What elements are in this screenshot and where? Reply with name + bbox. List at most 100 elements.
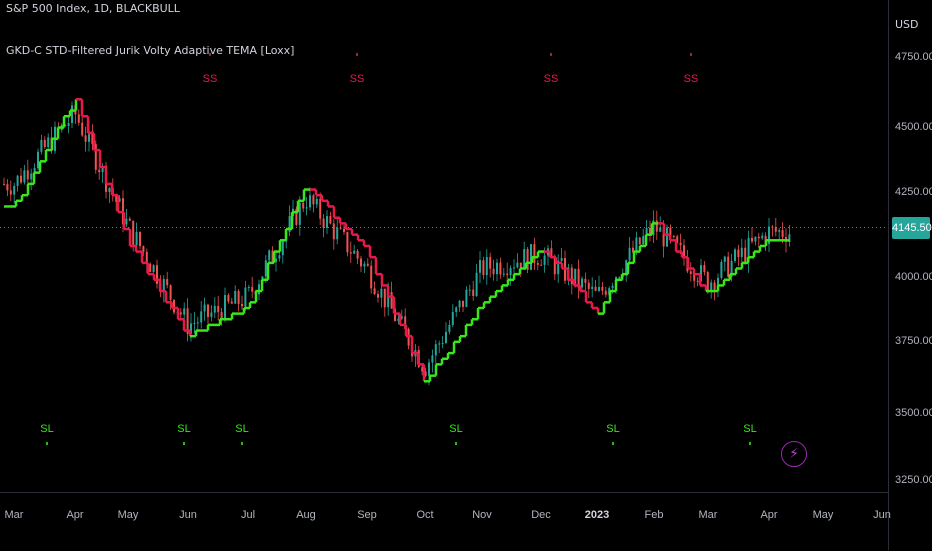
candle-body: [513, 267, 515, 269]
indicator-title[interactable]: GKD-C STD-Filtered Jurik Volty Adaptive …: [6, 44, 294, 58]
candle-body: [441, 342, 444, 344]
candle-body: [778, 230, 781, 232]
candle-body: [349, 252, 352, 254]
candle-body: [71, 105, 73, 124]
candle-body: [482, 260, 485, 276]
candle-body: [740, 247, 743, 258]
long-signal-marker: [46, 442, 48, 445]
time-axis[interactable]: Mar Apr May Jun Jul Aug Sep Oct Nov Dec …: [0, 492, 891, 551]
candle-body: [37, 151, 39, 168]
short-signal-label: SS: [684, 73, 699, 85]
candle-body: [479, 260, 481, 273]
candle-body: [309, 195, 311, 208]
long-signal-label: SL: [177, 423, 190, 435]
time-tick: Aug: [296, 509, 316, 521]
candle-body: [445, 331, 447, 343]
long-signal-marker: [241, 442, 243, 445]
candle-body: [536, 262, 539, 265]
symbol-title[interactable]: S&P 500 Index, 1D, BLACKBULL: [6, 2, 294, 16]
price-chart[interactable]: SS SS SS SS SL SL SL SL SL SL: [0, 0, 888, 492]
candle-body: [230, 301, 233, 304]
candle-body: [496, 262, 498, 275]
candle-body: [81, 122, 84, 136]
candle-body: [346, 232, 349, 253]
price-tick: 3500.00: [895, 407, 932, 419]
candle-body: [516, 262, 519, 268]
candle-body: [193, 322, 196, 324]
candle-body: [142, 246, 145, 252]
candle-body: [489, 257, 492, 269]
long-signal-marker: [183, 442, 185, 445]
candle-body: [258, 284, 260, 295]
candle-body: [377, 294, 379, 298]
candle-body: [227, 295, 230, 302]
short-signal-label: SS: [544, 73, 559, 85]
time-tick: Nov: [472, 509, 492, 521]
candle-body: [587, 282, 590, 289]
candle-body: [268, 250, 271, 261]
candle-body: [9, 190, 12, 195]
lightning-bolt-icon[interactable]: ⚡: [781, 441, 807, 467]
time-tick: May: [117, 509, 139, 521]
candle-body: [458, 300, 461, 308]
candle-body: [638, 237, 641, 245]
long-signal-marker: [612, 442, 614, 445]
candle-body: [251, 286, 254, 292]
candle-body: [601, 286, 604, 291]
candle-body: [77, 114, 80, 123]
candle-body: [281, 241, 284, 256]
candle-body: [166, 279, 169, 286]
candle-body: [20, 175, 22, 183]
candle-body: [67, 123, 70, 126]
candle-body: [754, 236, 757, 242]
candle-body: [183, 308, 186, 315]
candle-body: [468, 289, 471, 291]
candle-body: [540, 264, 543, 266]
candle-body: [173, 299, 175, 313]
candle-body: [169, 285, 172, 300]
candle-body: [322, 218, 325, 228]
long-signal-label: SL: [40, 423, 53, 435]
candle-body: [581, 278, 583, 288]
candle-body: [734, 249, 736, 261]
time-tick: Mar: [4, 509, 24, 521]
candle-body: [506, 273, 509, 276]
candle-body: [713, 282, 716, 290]
candle-body: [448, 325, 451, 332]
candle-body: [210, 312, 213, 318]
time-tick: Dec: [531, 509, 551, 521]
candle-body: [278, 255, 281, 259]
candle-body: [604, 290, 607, 295]
candle-body: [570, 267, 573, 285]
price-axis[interactable]: USD 4750.00 4500.00 4250.00 4000.00 3750…: [888, 0, 932, 550]
candle-body: [618, 277, 621, 279]
candle-body: [305, 207, 308, 209]
candle-body: [30, 173, 33, 180]
candle-body: [329, 216, 332, 224]
candle-body: [336, 227, 339, 240]
candle-body: [23, 170, 26, 183]
chart-area[interactable]: SS SS SS SS SL SL SL SL SL SL: [0, 0, 888, 492]
candle-body: [264, 260, 267, 277]
candle-body: [339, 227, 342, 229]
candle-body: [533, 244, 536, 263]
candle-body: [543, 255, 546, 265]
candle-body: [771, 226, 774, 228]
short-signal-marker: [690, 53, 692, 56]
candle-body: [200, 311, 203, 323]
candle-body: [455, 307, 458, 312]
candle-body: [135, 231, 138, 246]
candle-body: [16, 175, 19, 186]
candle-body: [275, 258, 277, 262]
chart-header: S&P 500 Index, 1D, BLACKBULL GKD-C STD-F…: [6, 2, 294, 58]
candle-body: [139, 231, 141, 247]
candle-body: [672, 236, 675, 238]
candle-body: [642, 236, 645, 245]
candle-body: [635, 237, 638, 253]
currency-label: USD: [895, 18, 919, 31]
candle-body: [390, 292, 393, 309]
candle-body: [383, 288, 386, 308]
time-tick: Sep: [357, 509, 377, 521]
candle-body: [203, 304, 206, 312]
candle-body: [781, 230, 784, 238]
